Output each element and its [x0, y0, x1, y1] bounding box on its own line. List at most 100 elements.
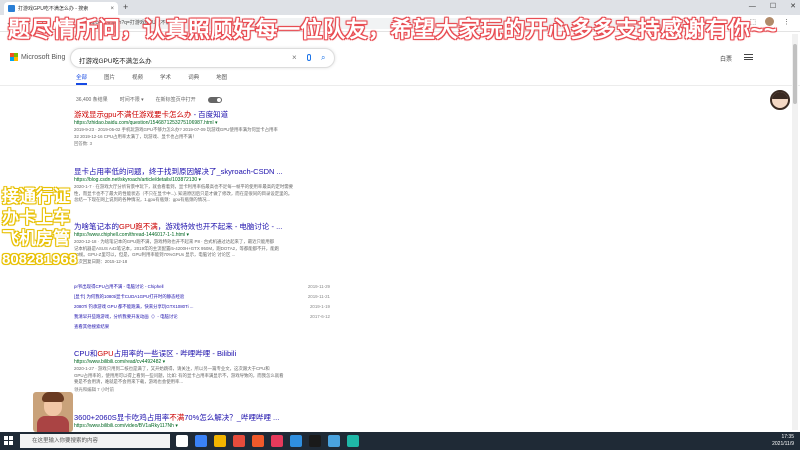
windows-start-icon[interactable]	[4, 436, 14, 446]
window-controls: — ☐ ✕	[749, 1, 796, 13]
side-overlay-line: 接通行证	[2, 187, 70, 206]
result-title-highlight: 不满	[169, 413, 185, 422]
app-teal-icon[interactable]	[347, 435, 359, 447]
system-clock[interactable]: 17:35 2021/11/9	[772, 434, 794, 448]
clear-search-icon[interactable]: ×	[292, 53, 297, 62]
snippet-line: 总结一下现在网上说到的各种情况，1.gpu有瓶颈：gpu有瓶颈的情况...	[74, 197, 211, 202]
stream-overlay-banner: 题尽情所问，认真照顾好每一位队友，希望大家玩的开心多多支持感谢有你~~	[8, 17, 778, 42]
tab-maps[interactable]: 地图	[216, 73, 227, 85]
search-input[interactable]: 打游戏GPU吃不满怎么办	[79, 55, 152, 65]
search-result: 为啥笔记本的GPU跑不满，游戏特效也开不起来 - 电脑讨论 - ... http…	[74, 222, 374, 265]
browser-tab[interactable]: 打游戏GPU吃不满怎么办 - 搜索 ×	[4, 2, 118, 15]
steam-icon[interactable]	[309, 435, 321, 447]
clock-time: 17:35	[781, 434, 794, 440]
result-title-highlight: GPU跑不满	[119, 222, 158, 231]
sublink-row[interactable]: 我清早开些跑游戏，分析我要开发动画（）- 电脑讨论 2017-6-12	[74, 312, 330, 322]
result-url[interactable]: https://www.bilibili.com/video/BV1aRky11…	[74, 423, 374, 430]
result-title-post: 70%怎么解决？_哔哩哔哩 ...	[184, 413, 280, 422]
search-scope-tabs: 全部 图片 视频 学术 词典 地图	[76, 73, 227, 85]
result-meta: 领光和编辑 7 小时前	[74, 386, 115, 392]
task-view-icon[interactable]	[176, 435, 188, 447]
result-count: 36,400 条结果	[76, 97, 108, 103]
sublink-row[interactable]: pr爷出现得CPU占用不满 - 电脑讨论 - Chiphell 2019-11-2…	[74, 282, 330, 292]
tab-images[interactable]: 图片	[104, 73, 115, 85]
avatar-hair	[42, 392, 64, 402]
result-title-pre: CPU和	[74, 349, 98, 358]
app-blue-icon[interactable]	[328, 435, 340, 447]
minimize-button[interactable]: —	[749, 1, 756, 13]
sublink-title[interactable]: [显卡] 为何我的1080ti显卡CUDA1GPU打开时的静态经验	[74, 292, 184, 302]
related-sublinks: pr爷出现得CPU占用不满 - 电脑讨论 - Chiphell 2019-11-2…	[74, 282, 330, 332]
search-box[interactable]: 打游戏GPU吃不满怎么办 × ⌕	[70, 48, 335, 68]
sublink-date: 2019-1-19	[309, 304, 330, 309]
result-title-highlight: 游戏显示gpu不满任游戏要卡怎么办	[74, 110, 192, 119]
avatar-body	[37, 416, 69, 432]
result-title-link[interactable]: CPU和GPU占用率的一些误区 - 哔哩哔哩 - Bilibili	[74, 349, 374, 359]
logo-square	[14, 57, 18, 61]
sublink-date: 2017-6-12	[309, 314, 330, 319]
taskbar-search-input[interactable]: 在这里输入你要搜索的内容	[20, 434, 170, 448]
app-orange-icon[interactable]	[252, 435, 264, 447]
tab-title: 打游戏GPU吃不满怎么办 - 搜索	[18, 6, 89, 12]
search-result: 游戏显示gpu不满任游戏要卡怎么办 - 百度知道 https://zhidao.…	[74, 110, 374, 147]
tab-videos[interactable]: 视频	[132, 73, 143, 85]
result-url[interactable]: https://zhidao.baidu.com/question/154687…	[74, 120, 374, 127]
app-pink-icon[interactable]	[271, 435, 283, 447]
side-overlay-phone: 808281968	[2, 251, 78, 268]
tab-all[interactable]: 全部	[76, 73, 88, 85]
microphone-icon[interactable]	[307, 54, 311, 61]
result-title-link[interactable]: 3600+2060S显卡吃鸡占用率不满70%怎么解决？_哔哩哔哩 ...	[74, 413, 374, 423]
result-title-link[interactable]: 为啥笔记本的GPU跑不满，游戏特效也开不起来 - 电脑讨论 - ...	[74, 222, 374, 232]
tab-academic[interactable]: 学术	[160, 73, 171, 85]
search-icon[interactable]: ⌕	[321, 53, 325, 63]
browser-tab-bar: 打游戏GPU吃不满怎么办 - 搜索 × + — ☐ ✕	[0, 0, 800, 15]
search-result: CPU和GPU占用率的一些误区 - 哔哩哔哩 - Bilibili https:…	[74, 349, 374, 393]
file-explorer-icon[interactable]	[195, 435, 207, 447]
snippet-line: 上次回复日期：2015-12-18	[74, 258, 128, 264]
result-title-post: - 百度知道	[191, 110, 229, 119]
result-filters: 36,400 条结果 时间不限 ▾ 在新标签页中打开	[76, 96, 222, 103]
rewards-link[interactable]: 白票	[720, 54, 732, 63]
anime-avatar-icon	[770, 90, 790, 110]
result-snippet: 2019-9-23 · 2019-05-02 手机玩游戏GPU不够力怎么办? 2…	[74, 127, 374, 140]
result-url[interactable]: https://www.bilibili.com/read/cv4492482 …	[74, 359, 374, 366]
bing-header-right: 白票	[720, 54, 754, 63]
maximize-button[interactable]: ☐	[770, 1, 776, 13]
time-filter[interactable]: 时间不限 ▾	[120, 96, 144, 103]
result-title-link[interactable]: 显卡占用率低的问题，终于找到原因解决了_skyroach-CSDN ...	[74, 167, 374, 177]
sublink-row[interactable]: 2080Ti 钓承游戏 GPU 都不能跑满，快来分享玩GTX1080Ti ...…	[74, 302, 330, 312]
sublink-title[interactable]: 2080Ti 钓承游戏 GPU 都不能跑满，快来分享玩GTX1080Ti ...	[74, 302, 193, 312]
sublink-row[interactable]: [显卡] 为何我的1080ti显卡CUDA1GPU打开时的静态经验 2019-11…	[74, 292, 330, 302]
result-snippet: 2020-1-7 · 在游戏大厅分析背景中玩下，就会看着到，显卡利用率低最高也不…	[74, 184, 374, 204]
edge-icon[interactable]	[290, 435, 302, 447]
result-title-post: 占用率的一些误区 - 哔哩哔哩 - Bilibili	[113, 349, 237, 358]
folder-icon[interactable]	[214, 435, 226, 447]
sublink-title[interactable]: 我清早开些跑游戏，分析我要开发动画（）- 电脑讨论	[74, 312, 178, 322]
scope-divider	[0, 85, 800, 86]
bing-favicon-icon	[8, 5, 15, 12]
result-title-post: ，游戏特效也开不起来 - 电脑讨论 - ...	[157, 222, 283, 231]
close-window-button[interactable]: ✕	[790, 1, 796, 13]
streamer-avatar	[33, 392, 73, 432]
result-title-link[interactable]: 游戏显示gpu不满任游戏要卡怎么办 - 百度知道	[74, 110, 374, 120]
result-title-highlight: GPU	[97, 349, 114, 358]
page-scrollbar[interactable]	[792, 34, 798, 430]
search-result: 3600+2060S显卡吃鸡占用率不满70%怎么解决？_哔哩哔哩 ... htt…	[74, 413, 374, 430]
side-overlay-line: 飞机房管	[2, 229, 70, 248]
microsoft-logo-icon	[10, 53, 18, 61]
result-url[interactable]: https://www.chiphell.com/thread-1446017-…	[74, 232, 374, 239]
new-tab-button[interactable]: +	[123, 2, 128, 13]
tab-close-icon[interactable]: ×	[110, 6, 114, 12]
scrollbar-thumb[interactable]	[793, 44, 797, 104]
open-links-toggle[interactable]	[207, 96, 222, 103]
sublink-title[interactable]: pr爷出现得CPU占用不满 - 电脑讨论 - Chiphell	[74, 282, 164, 292]
tab-dictionary[interactable]: 词典	[188, 73, 199, 85]
bing-logo[interactable]: Microsoft Bing	[10, 53, 65, 61]
side-overlay-line: 办卡上车	[2, 208, 70, 227]
more-results-link[interactable]: 查看其他搜索结果	[74, 322, 330, 332]
search-result: 显卡占用率低的问题，终于找到原因解决了_skyroach-CSDN ... ht…	[74, 167, 374, 204]
app-red-icon[interactable]	[233, 435, 245, 447]
hamburger-menu-icon[interactable]	[744, 54, 754, 60]
result-url[interactable]: https://blog.csdn.net/skyroach/article/d…	[74, 177, 374, 184]
clock-date: 2021/11/9	[772, 441, 794, 447]
